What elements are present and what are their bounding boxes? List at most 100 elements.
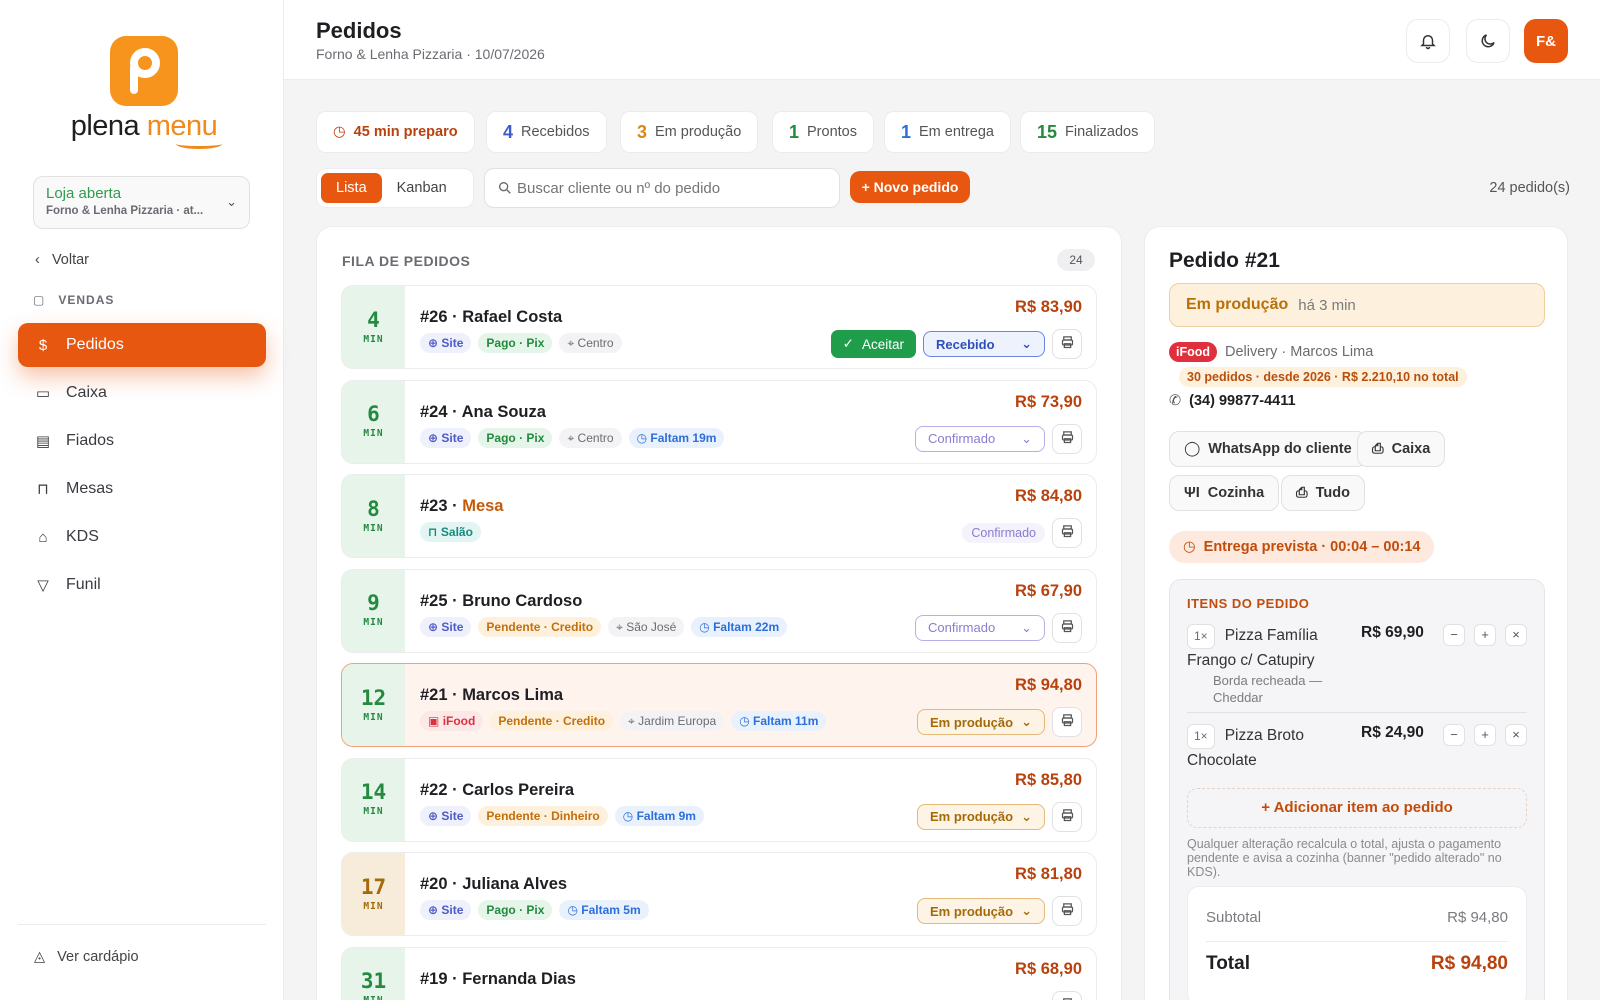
sidebar-item-pedidos[interactable]: $ Pedidos [18, 323, 266, 367]
order-card[interactable]: 17 MIN #20 · Juliana Alves ⊕ Site Pago · P… [341, 852, 1097, 936]
avatar[interactable]: F& [1524, 19, 1568, 63]
order-title: #24 · Ana Souza [420, 402, 546, 421]
order-chip: ⊕ Site [420, 900, 472, 920]
decrease-button[interactable]: − [1443, 624, 1465, 646]
store-selector[interactable]: Loja aberta Forno & Lenha Pizzaria · at.… [33, 176, 250, 229]
sidebar-item-funil[interactable]: ▽ Funil [18, 563, 266, 607]
search-input[interactable] [517, 179, 817, 197]
print-button[interactable] [1052, 518, 1082, 548]
brand-name-a: plena [70, 110, 140, 142]
notifications-button[interactable] [1406, 19, 1450, 63]
sidebar-item-mesas[interactable]: ⊓ Mesas [18, 467, 266, 511]
tab-kanban[interactable]: Kanban [382, 173, 462, 203]
order-card[interactable]: 9 MIN #25 · Bruno Cardoso ⊕ Site Pendente … [341, 568, 1097, 653]
order-title: #20 · Juliana Alves [420, 875, 568, 893]
order-title: #25 · Bruno Cardoso [420, 591, 583, 610]
order-items: ITENS DO PEDIDO 1× Pizza Família Frango c… [1169, 579, 1545, 1000]
print-button[interactable] [1052, 801, 1082, 832]
order-timer: 14 MIN [342, 758, 405, 841]
order-timer: 17 MIN [342, 853, 405, 935]
status-select[interactable]: Confirmado ⌄ [915, 425, 1045, 452]
receipt-icon: $ [38, 336, 48, 354]
print-button[interactable] [1052, 423, 1082, 454]
order-timer: 8 MIN [342, 475, 405, 557]
back-link[interactable]: ‹ Voltar [35, 252, 89, 268]
status-select[interactable]: Recebido ⌄ [923, 331, 1045, 357]
status-select[interactable]: Em produção ⌄ [917, 709, 1045, 735]
increase-button[interactable]: + [1474, 724, 1496, 746]
order-price: R$ 68,90 [1015, 959, 1082, 978]
chip-icon: ◷ [622, 808, 634, 823]
chip-icon: ⊓ [428, 525, 438, 539]
order-title: #23 · Mesa [420, 497, 504, 515]
print-all-button[interactable]: ⎙ Tudo [1281, 475, 1365, 511]
order-card[interactable]: 8 MIN #23 · Mesa ⊓ Salão R$ 84,80 Confirm… [341, 474, 1097, 558]
order-detail-panel: Pedido #21 Em produção há 3 min iFood Deli… [1144, 226, 1568, 1000]
bag-icon: ▢ [33, 293, 46, 307]
brand-logo[interactable]: plena menu [64, 36, 224, 156]
stat-recebidos[interactable]: 4 Recebidos [486, 111, 607, 153]
stat-prep-time: ◷ 45 min preparo [316, 111, 475, 153]
stat-em-entrega[interactable]: 1 Em entrega [884, 111, 1011, 153]
accept-button[interactable]: ✓ Aceitar [830, 330, 916, 358]
chip-icon: ◷ [567, 903, 578, 917]
print-caixa-button[interactable]: ⎙ Caixa [1357, 431, 1446, 467]
print-cozinha-button[interactable]: ΨΙ Cozinha [1169, 475, 1280, 511]
new-order-button[interactable]: + Novo pedido [850, 171, 970, 203]
total-value: R$ 94,80 [1430, 953, 1508, 974]
items-title: ITENS DO PEDIDO [1187, 596, 1310, 611]
order-card[interactable]: 14 MIN #22 · Carlos Pereira ⊕ Site Pendent… [341, 757, 1097, 842]
order-title: #26 · Rafael Costa [420, 308, 563, 326]
store-name: Forno & Lenha Pizzaria · at... [46, 205, 204, 217]
chevron-down-icon: ⌄ [226, 194, 237, 209]
remove-button[interactable]: × [1505, 624, 1527, 646]
print-button[interactable] [1052, 612, 1082, 643]
chevron-down-icon: ⌄ [1021, 336, 1032, 351]
sidebar-item-kds[interactable]: ⌂ KDS [18, 515, 266, 559]
order-chip: Pendente · Dinheiro [478, 805, 608, 826]
order-timer: 9 MIN [342, 569, 405, 652]
funnel-icon: ▽ [37, 577, 49, 594]
status-select[interactable]: Em produção ⌄ [917, 898, 1045, 924]
order-chip: ◷ Faltam 5m [559, 900, 649, 920]
item-price: R$ 69,90 [1361, 624, 1424, 641]
order-chip: Pendente · Credito [490, 711, 614, 731]
moon-icon [1481, 34, 1495, 48]
order-card[interactable]: 4 MIN #26 · Rafael Costa ⊕ Site Pago · Pix… [341, 285, 1097, 369]
printer-icon [1060, 524, 1075, 542]
order-chip: ⊕ Site [420, 333, 472, 353]
order-price: R$ 84,80 [1015, 487, 1082, 505]
chevron-down-icon: ⌄ [1021, 430, 1032, 446]
order-price: R$ 81,80 [1015, 865, 1082, 883]
chip-icon: ◷ [636, 430, 648, 445]
stat-prontos[interactable]: 1 Prontos [772, 111, 874, 153]
view-menu-link[interactable]: ◬ Ver cardápio [34, 949, 139, 965]
theme-toggle-button[interactable] [1466, 19, 1510, 63]
remove-button[interactable]: × [1505, 724, 1527, 746]
stat-em-producao[interactable]: 3 Em produção [620, 111, 759, 153]
sidebar-item-caixa[interactable]: ▭ Caixa [18, 371, 266, 415]
print-button[interactable] [1052, 896, 1082, 926]
order-card[interactable]: 12 MIN #21 · Marcos Lima ▣ iFood Pendente … [341, 663, 1097, 747]
print-button[interactable] [1052, 990, 1082, 1000]
page-subtitle: Forno & Lenha Pizzaria · 10/07/2026 [316, 46, 545, 62]
order-timer: 31MIN [342, 947, 405, 1000]
stat-finalizados[interactable]: 15 Finalizados [1020, 111, 1156, 153]
print-button[interactable] [1052, 329, 1082, 359]
decrease-button[interactable]: − [1443, 724, 1465, 746]
order-card[interactable]: 31MIN #19 · Fernanda Dias R$ 68,90 [341, 946, 1097, 1000]
order-price: R$ 67,90 [1015, 581, 1082, 600]
add-item-button[interactable]: + Adicionar item ao pedido [1187, 788, 1527, 828]
print-button[interactable] [1052, 707, 1082, 737]
order-title: #21 · Marcos Lima [420, 686, 564, 704]
status-select[interactable]: Em produção ⌄ [917, 803, 1045, 830]
status-select[interactable]: Confirmado ⌄ [915, 614, 1045, 641]
detail-source: iFood Delivery · Marcos Lima [1169, 342, 1373, 362]
order-card[interactable]: 6 MIN #24 · Ana Souza ⊕ Site Pago · Pix ⌖ C… [341, 379, 1097, 464]
order-chip: Pago · Pix [478, 427, 553, 448]
sidebar-item-fiados[interactable]: ▤ Fiados [18, 419, 266, 463]
increase-button[interactable]: + [1474, 624, 1496, 646]
tab-lista[interactable]: Lista [321, 173, 382, 203]
whatsapp-button[interactable]: ◯ WhatsApp do cliente [1169, 431, 1367, 467]
printer-icon [1060, 902, 1075, 920]
